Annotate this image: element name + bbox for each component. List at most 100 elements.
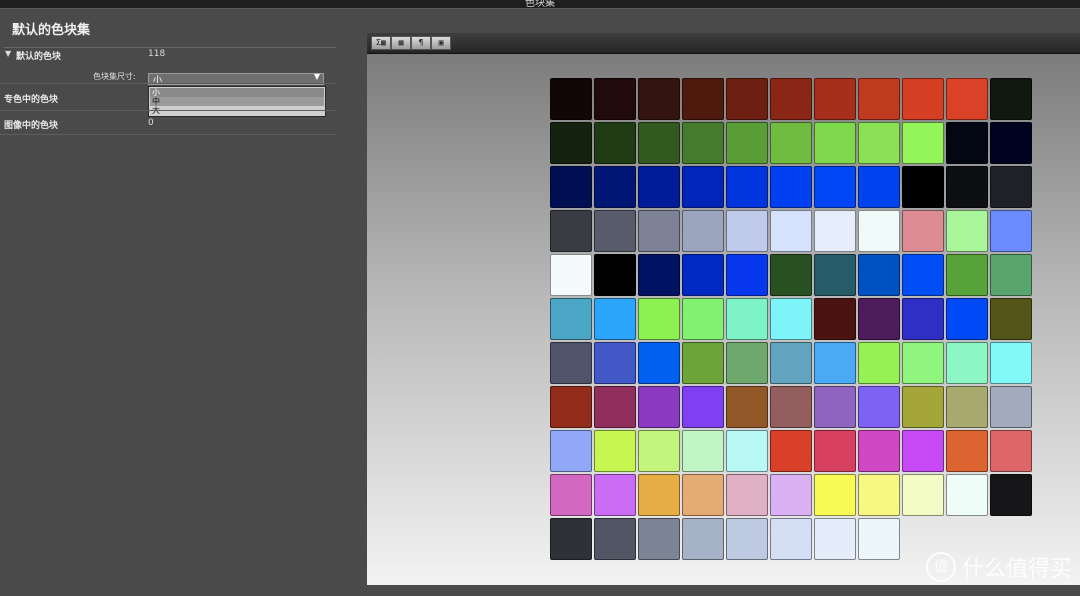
color-swatch[interactable]: [682, 78, 724, 120]
color-swatch[interactable]: [594, 298, 636, 340]
default-swatches-label[interactable]: 默认的色块: [16, 49, 61, 62]
color-swatch[interactable]: [594, 474, 636, 516]
color-swatch[interactable]: [946, 254, 988, 296]
color-swatch[interactable]: [858, 78, 900, 120]
color-swatch[interactable]: [638, 166, 680, 208]
color-swatch[interactable]: [550, 78, 592, 120]
color-swatch[interactable]: [858, 122, 900, 164]
color-swatch[interactable]: [902, 474, 944, 516]
color-swatch[interactable]: [726, 518, 768, 560]
color-swatch[interactable]: [990, 254, 1032, 296]
color-swatch[interactable]: [770, 78, 812, 120]
color-swatch[interactable]: [946, 386, 988, 428]
color-swatch[interactable]: [902, 430, 944, 472]
color-swatch[interactable]: [550, 430, 592, 472]
color-swatch[interactable]: [638, 210, 680, 252]
color-swatch[interactable]: [594, 166, 636, 208]
color-swatch[interactable]: [858, 298, 900, 340]
color-swatch[interactable]: [858, 254, 900, 296]
size-option-medium[interactable]: 中: [150, 97, 324, 106]
color-swatch[interactable]: [814, 122, 856, 164]
color-swatch[interactable]: [638, 254, 680, 296]
color-swatch[interactable]: [814, 474, 856, 516]
color-swatch[interactable]: [638, 342, 680, 384]
color-swatch[interactable]: [550, 210, 592, 252]
color-swatch[interactable]: [550, 474, 592, 516]
color-swatch[interactable]: [902, 78, 944, 120]
color-swatch[interactable]: [638, 298, 680, 340]
color-swatch[interactable]: [726, 254, 768, 296]
color-swatch[interactable]: [594, 342, 636, 384]
color-swatch[interactable]: [770, 254, 812, 296]
color-swatch[interactable]: [770, 386, 812, 428]
color-swatch[interactable]: [858, 342, 900, 384]
color-swatch[interactable]: [902, 122, 944, 164]
spot-color-swatches-label[interactable]: 专色中的色块: [4, 92, 58, 105]
grid-icon[interactable]: ▦: [391, 36, 411, 50]
swatch-size-dropdown[interactable]: 小 中 大: [148, 86, 326, 117]
color-swatch[interactable]: [990, 78, 1032, 120]
color-swatch[interactable]: [990, 166, 1032, 208]
color-swatch[interactable]: [638, 474, 680, 516]
color-swatch[interactable]: [726, 342, 768, 384]
color-swatch[interactable]: [902, 386, 944, 428]
color-swatch[interactable]: [770, 166, 812, 208]
color-swatch[interactable]: [550, 298, 592, 340]
color-swatch[interactable]: [770, 518, 812, 560]
color-swatch[interactable]: [946, 122, 988, 164]
color-swatch[interactable]: [814, 386, 856, 428]
color-swatch[interactable]: [550, 122, 592, 164]
color-swatch[interactable]: [814, 254, 856, 296]
color-swatch[interactable]: [946, 210, 988, 252]
color-swatch[interactable]: [770, 210, 812, 252]
color-swatch[interactable]: [770, 298, 812, 340]
color-swatch[interactable]: [594, 210, 636, 252]
color-swatch[interactable]: [682, 122, 724, 164]
swatch-icon[interactable]: ¶: [411, 36, 431, 50]
color-swatch[interactable]: [726, 78, 768, 120]
color-swatch[interactable]: [594, 518, 636, 560]
expand-triangle-icon[interactable]: ▼: [5, 49, 11, 58]
color-swatch[interactable]: [990, 122, 1032, 164]
color-swatch[interactable]: [814, 78, 856, 120]
color-swatch[interactable]: [550, 386, 592, 428]
color-swatch[interactable]: [682, 386, 724, 428]
color-swatch[interactable]: [726, 430, 768, 472]
color-swatch[interactable]: [594, 122, 636, 164]
color-swatch[interactable]: [946, 430, 988, 472]
color-swatch[interactable]: [814, 430, 856, 472]
color-swatch[interactable]: [946, 298, 988, 340]
color-swatch[interactable]: [726, 474, 768, 516]
color-swatch[interactable]: [638, 430, 680, 472]
color-swatch[interactable]: [858, 210, 900, 252]
color-swatch[interactable]: [594, 386, 636, 428]
color-swatch[interactable]: [990, 298, 1032, 340]
color-swatch[interactable]: [726, 386, 768, 428]
color-swatch[interactable]: [902, 254, 944, 296]
color-swatch[interactable]: [594, 430, 636, 472]
color-swatch[interactable]: [726, 298, 768, 340]
color-swatch[interactable]: [682, 210, 724, 252]
color-swatch[interactable]: [594, 254, 636, 296]
color-swatch[interactable]: [990, 210, 1032, 252]
color-swatch[interactable]: [682, 342, 724, 384]
color-swatch[interactable]: [770, 342, 812, 384]
color-swatch[interactable]: [858, 430, 900, 472]
color-swatch[interactable]: [770, 122, 812, 164]
sum-list-icon[interactable]: Σ▦: [371, 36, 391, 50]
color-swatch[interactable]: [858, 474, 900, 516]
color-swatch[interactable]: [682, 518, 724, 560]
color-swatch[interactable]: [858, 386, 900, 428]
color-swatch[interactable]: [550, 166, 592, 208]
color-swatch[interactable]: [682, 430, 724, 472]
color-swatch[interactable]: [946, 166, 988, 208]
image-swatches-label[interactable]: 图像中的色块: [4, 118, 58, 131]
image-icon[interactable]: ▣: [431, 36, 451, 50]
color-swatch[interactable]: [814, 518, 856, 560]
color-swatch[interactable]: [814, 210, 856, 252]
color-swatch[interactable]: [726, 210, 768, 252]
color-swatch[interactable]: [550, 254, 592, 296]
color-swatch[interactable]: [814, 342, 856, 384]
color-swatch[interactable]: [814, 298, 856, 340]
color-swatch[interactable]: [594, 78, 636, 120]
